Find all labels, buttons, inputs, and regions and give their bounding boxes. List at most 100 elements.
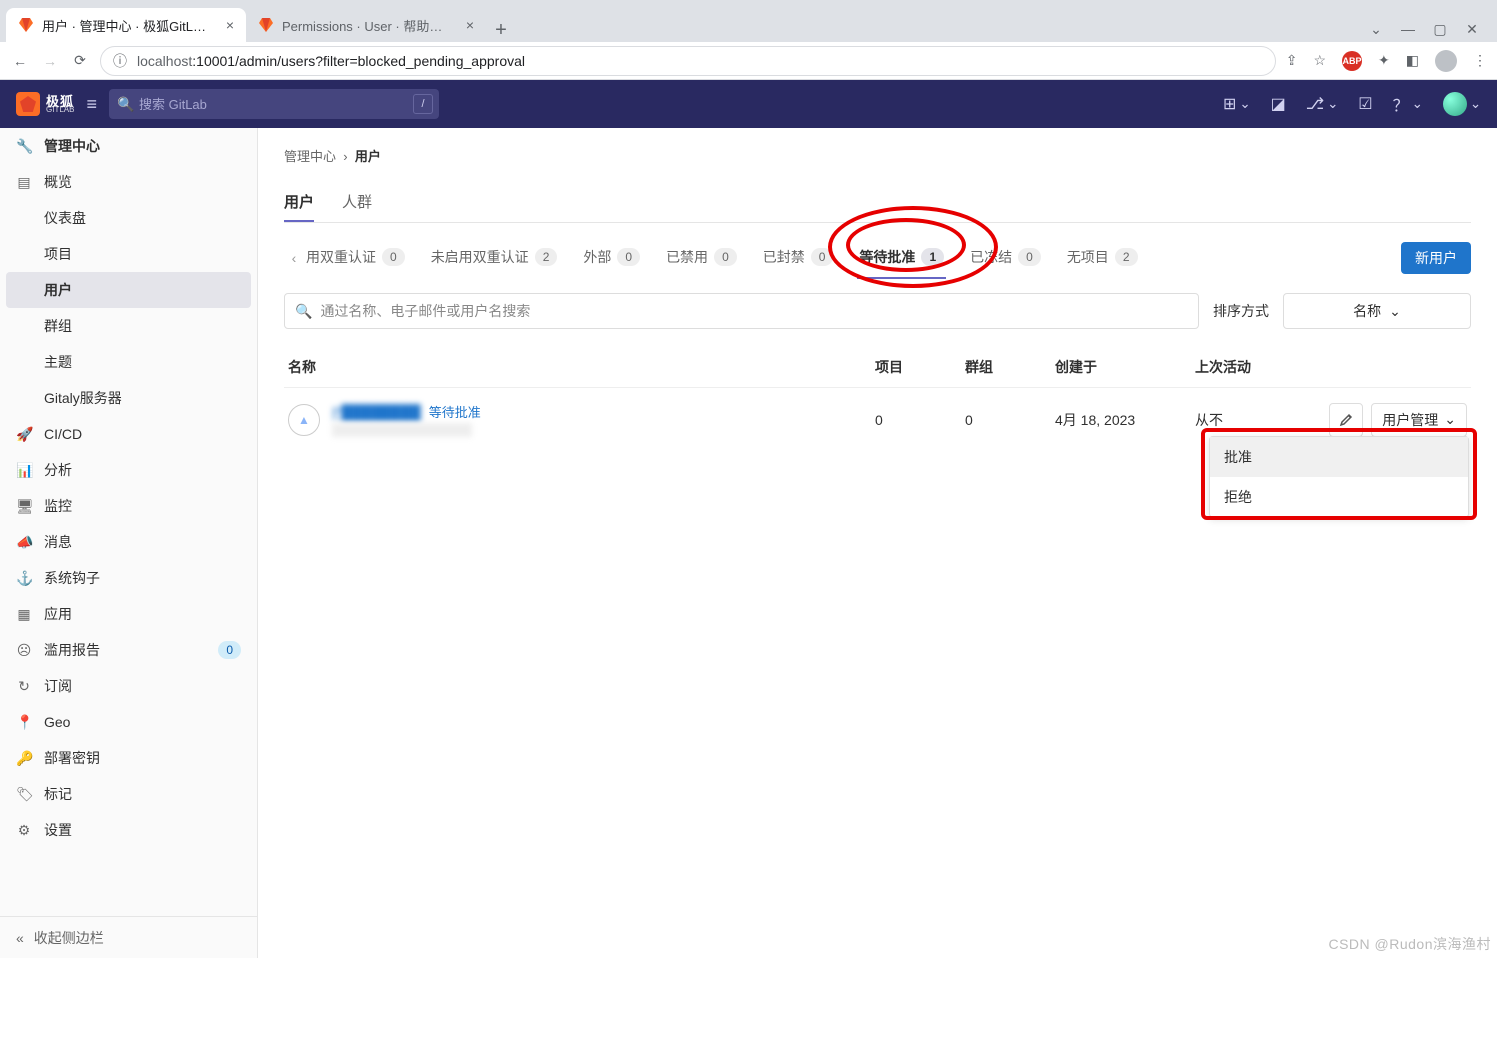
megaphone-icon: 📣 (16, 534, 32, 551)
tab-users[interactable]: 用户 (284, 183, 314, 222)
subscription-icon: ↻ (16, 678, 32, 695)
gear-icon: ⚙ (16, 822, 32, 839)
extensions-icon[interactable]: ✦ (1378, 52, 1390, 69)
sidebar-item-groups[interactable]: 群组 (0, 308, 257, 344)
filter-2fa-enabled[interactable]: 用双重认证0 (304, 237, 407, 279)
gitlab-favicon (18, 17, 34, 33)
breadcrumb: 管理中心 › 用户 (284, 146, 1471, 165)
new-tab-button[interactable]: + (486, 19, 516, 42)
help-icon[interactable]: ？⌄ (1393, 92, 1423, 116)
create-menu[interactable]: ⊞ ⌄ (1223, 94, 1251, 114)
col-groups: 群组 (961, 347, 1051, 388)
sidebar-item-apps[interactable]: ▦应用 (0, 596, 257, 632)
window-controls: ⌄ — ▢ ✕ (1357, 21, 1491, 42)
kebab-menu-icon[interactable]: ⋮ (1473, 52, 1487, 69)
reject-option[interactable]: 拒绝 (1210, 477, 1468, 517)
scroll-left-icon[interactable]: ‹ (284, 250, 304, 266)
sidebar-item-abuse[interactable]: ☹滥用报告0 (0, 632, 257, 668)
user-email (332, 423, 472, 437)
user-search-input[interactable]: 🔍 通过名称、电子邮件或用户名搜索 (284, 293, 1199, 329)
filter-2fa-disabled[interactable]: 未启用双重认证2 (429, 237, 560, 279)
sidebar-item-subscription[interactable]: ↻订阅 (0, 668, 257, 704)
key-icon: 🔑 (16, 750, 32, 767)
sidebar-item-overview[interactable]: ▤ 概览 (0, 164, 257, 200)
new-user-button[interactable]: 新用户 (1401, 242, 1471, 274)
chevron-down-icon: ⌄ (1389, 303, 1401, 320)
brand-logo[interactable]: 极狐 GITLAB (16, 92, 74, 116)
filter-pending-approval[interactable]: 等待批准1 (857, 237, 946, 279)
filter-tabs: 用双重认证0 未启用双重认证2 外部0 已禁用0 已封禁0 等待批准1 已冻结0… (304, 237, 1401, 279)
sidepanel-icon[interactable]: ◧ (1406, 52, 1419, 69)
sidebar-item-gitaly[interactable]: Gitaly服务器 (0, 380, 257, 416)
sidebar-header[interactable]: 🔧 管理中心 (0, 128, 257, 164)
sidebar-item-dashboard[interactable]: 仪表盘 (0, 200, 257, 236)
window-maximize[interactable]: ▢ (1431, 21, 1449, 38)
user-menu[interactable]: ⌄ (1443, 92, 1481, 116)
admin-sidebar: 🔧 管理中心 ▤ 概览 仪表盘 项目 用户 群组 主题 Gitaly服务器 🚀C… (0, 128, 258, 958)
filter-no-projects[interactable]: 无项目2 (1065, 237, 1140, 279)
merge-requests-icon[interactable]: ⎇ ⌄ (1306, 94, 1339, 114)
sidebar-item-geo[interactable]: 📍Geo (0, 704, 257, 740)
apps-icon: ▦ (16, 606, 32, 623)
sidebar-item-topics[interactable]: 主题 (0, 344, 257, 380)
breadcrumb-root[interactable]: 管理中心 (284, 149, 336, 164)
gitlab-logo-icon (16, 92, 40, 116)
global-search-input[interactable] (109, 89, 439, 119)
window-minimize[interactable]: — (1399, 21, 1417, 38)
user-avatar-broken-icon: ▲ (288, 404, 320, 436)
user-admin-dropdown[interactable]: 用户管理 ⌄ (1371, 403, 1467, 437)
address-bar[interactable]: ⓘ localhost:10001/admin/users?filter=blo… (100, 46, 1276, 76)
breadcrumb-current: 用户 (355, 149, 381, 164)
search-icon: 🔍 (117, 96, 134, 113)
bookmark-icon[interactable]: ☆ (1313, 52, 1326, 69)
col-projects: 项目 (871, 347, 961, 388)
sidebar-item-cicd[interactable]: 🚀CI/CD (0, 416, 257, 452)
nav-back-icon[interactable]: ← (10, 53, 30, 69)
window-close[interactable]: ✕ (1463, 21, 1481, 38)
sidebar-item-messages[interactable]: 📣消息 (0, 524, 257, 560)
filter-blocked[interactable]: 已冻结0 (968, 237, 1043, 279)
nav-reload-icon[interactable]: ⟳ (70, 52, 90, 69)
site-info-icon[interactable]: ⓘ (113, 51, 127, 71)
user-avatar (1443, 92, 1467, 116)
sidebar-item-settings[interactable]: ⚙设置 (0, 812, 257, 848)
browser-tab-2[interactable]: Permissions · User · 帮助… × (246, 8, 486, 42)
hamburger-icon[interactable]: ≡ (86, 94, 97, 115)
close-icon[interactable]: × (226, 17, 234, 33)
sort-dropdown[interactable]: 名称 ⌄ (1283, 293, 1471, 329)
sidebar-item-monitoring[interactable]: 🖥监控 (0, 488, 257, 524)
sidebar-item-analytics[interactable]: 📊分析 (0, 452, 257, 488)
col-activity: 上次活动 (1191, 347, 1321, 388)
sidebar-item-hooks[interactable]: ⚓系统钩子 (0, 560, 257, 596)
share-icon[interactable]: ⇪ (1286, 52, 1298, 69)
edit-user-button[interactable] (1329, 403, 1363, 437)
abuse-icon: ☹ (16, 642, 32, 659)
chevron-down-icon[interactable]: ⌄ (1367, 21, 1385, 38)
abp-icon[interactable]: ABP (1342, 51, 1362, 71)
user-name-link[interactable]: P████████ (332, 404, 421, 420)
sidebar-item-labels[interactable]: 🏷标记 (0, 776, 257, 812)
sidebar-item-projects[interactable]: 项目 (0, 236, 257, 272)
anchor-icon: ⚓ (16, 570, 32, 587)
abuse-count-badge: 0 (218, 641, 241, 659)
top-tabs: 用户 人群 (284, 183, 1471, 223)
close-icon[interactable]: × (466, 17, 474, 33)
filter-external[interactable]: 外部0 (581, 237, 642, 279)
browser-tab-1[interactable]: 用户 · 管理中心 · 极狐GitL… × (6, 8, 246, 42)
col-name: 名称 (284, 347, 871, 388)
approve-option[interactable]: 批准 (1210, 437, 1468, 477)
issues-icon[interactable]: ◪ (1271, 94, 1286, 114)
sort-label: 排序方式 (1213, 301, 1269, 321)
profile-avatar[interactable] (1435, 50, 1457, 72)
sidebar-item-deploykeys[interactable]: 🔑部署密钥 (0, 740, 257, 776)
filter-deactivated[interactable]: 已禁用0 (664, 237, 739, 279)
watermark: CSDN @Rudon滨海渔村 (1328, 934, 1491, 954)
todos-icon[interactable]: ☑ (1358, 94, 1372, 114)
app-topnav: 极狐 GITLAB ≡ 🔍 / ⊞ ⌄ ◪ ⎇ ⌄ ☑ ？⌄ ⌄ (0, 80, 1497, 128)
sidebar-collapse-toggle[interactable]: « 收起侧边栏 (0, 916, 257, 958)
tab-cohorts[interactable]: 人群 (342, 183, 372, 222)
filter-banned[interactable]: 已封禁0 (761, 237, 836, 279)
wrench-icon: 🔧 (16, 138, 32, 155)
search-icon: 🔍 (295, 303, 312, 320)
sidebar-item-users[interactable]: 用户 (6, 272, 251, 308)
